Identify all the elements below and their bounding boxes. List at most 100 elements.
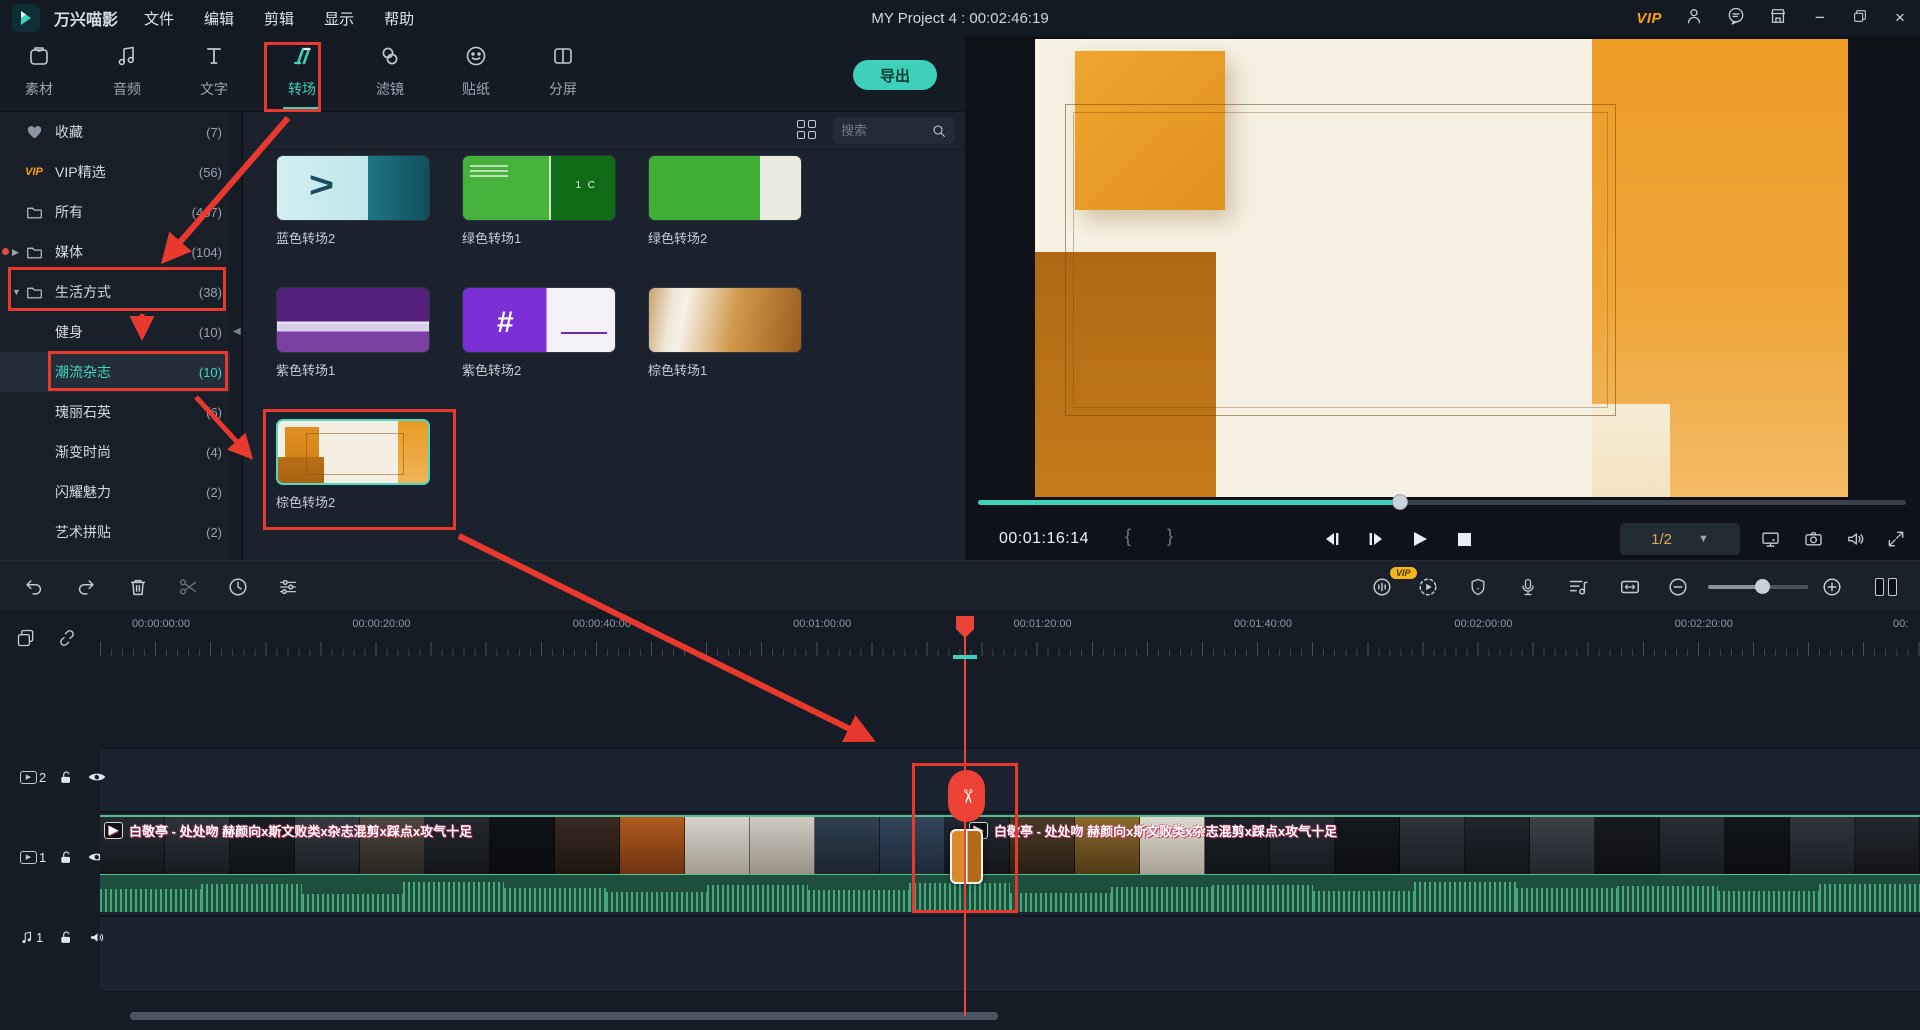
zoom-out-icon[interactable] [1664,574,1692,600]
transition-thumbnail[interactable]: > [276,155,430,221]
tab-滤镜[interactable]: 滤镜 [361,44,419,106]
cut-here-icon[interactable]: ✂ [948,770,985,822]
tab-贴纸[interactable]: 贴纸 [447,44,505,106]
delete-icon[interactable] [124,574,152,600]
mixer-icon[interactable] [1564,574,1592,600]
split-scissors-icon[interactable] [174,574,202,600]
duplicate-icon[interactable] [14,626,38,650]
lock-icon[interactable] [57,848,75,866]
preview-quality-select[interactable]: 1/2▼ [1620,523,1740,555]
tab-文字[interactable]: 文字 [185,44,243,106]
user-icon[interactable] [1684,6,1704,31]
menu-item[interactable]: 帮助 [384,8,414,29]
sidebar-item-闪耀魅力[interactable]: 闪耀魅力(2) [0,472,230,512]
applied-transition-chip[interactable] [950,829,983,884]
audio-track-1[interactable] [100,916,1920,992]
collapse-icon[interactable]: ▼ [12,287,22,297]
preview-stage[interactable] [1035,39,1848,497]
mark-out-icon[interactable]: } [1167,526,1173,547]
sidebar-item-艺术拼贴[interactable]: 艺术拼贴(2) [0,512,230,552]
sidebar-item-媒体[interactable]: ▶媒体(104) [0,232,230,272]
transition-thumbnail[interactable] [648,287,802,353]
sidebar-item-瑰丽石英[interactable]: 瑰丽石英(6) [0,392,230,432]
menu-item[interactable]: 文件 [144,8,174,29]
preview-seekbar[interactable] [978,500,1906,505]
next-frame-button[interactable] [1359,523,1393,555]
transition-card-棕色转场1[interactable]: 棕色转场1 [648,287,802,379]
menu-item[interactable]: 显示 [324,8,354,29]
menu-item[interactable]: 剪辑 [264,8,294,29]
active-tab-underline [283,107,321,110]
adjust-icon[interactable] [274,574,302,600]
sidebar-item-健身[interactable]: 健身(10) [0,312,230,352]
transition-thumbnail[interactable]: # [462,287,616,353]
marker-icon[interactable] [1464,574,1492,600]
redo-icon[interactable] [72,574,100,600]
tab-分屏[interactable]: 分屏 [534,44,592,106]
fullscreen-icon[interactable] [1881,525,1911,553]
undo-icon[interactable] [20,574,48,600]
transition-thumbnail[interactable] [648,155,802,221]
timeline-scrollbar[interactable] [130,1012,998,1020]
render-preview-icon[interactable] [1414,574,1442,600]
lock-icon[interactable] [57,768,75,786]
preview-art-outline [1065,104,1616,416]
transition-card-紫色转场1[interactable]: 紫色转场1 [276,287,430,379]
feedback-icon[interactable] [1726,6,1746,31]
preview-panel: 00:01:16:14 { } 1/2▼ [965,36,1920,560]
track-layout-icon[interactable] [1872,574,1900,600]
speaker-icon[interactable] [1840,525,1870,553]
transition-card-绿色转场1[interactable]: 1 C绿色转场1 [462,155,616,247]
transition-card-绿色转场2[interactable]: 绿色转场2 [648,155,802,247]
video-track-2[interactable] [100,748,1920,812]
eye-icon[interactable] [88,768,106,786]
zoom-in-icon[interactable] [1818,574,1846,600]
sidebar-item-生活方式[interactable]: ▼生活方式(38) [0,272,230,312]
close-button[interactable]: × [1890,8,1910,28]
seek-handle[interactable] [1392,494,1408,510]
sidebar-item-收藏[interactable]: 收藏(7) [0,112,230,152]
speed-icon[interactable] [224,574,252,600]
timeline-ruler[interactable]: 00:00:00:0000:00:20:0000:00:40:0000:01:0… [100,616,1920,660]
previous-frame-button[interactable] [1315,523,1349,555]
menu-item[interactable]: 编辑 [204,8,234,29]
vip-badge[interactable]: VIP [1636,10,1662,27]
expand-icon[interactable]: ▶ [12,247,22,258]
transition-thumbnail[interactable] [276,287,430,353]
video-clip[interactable]: ▶白敬亭 - 处处吻 赫颜向x斯文败类x杂志混剪x踩点x攻气十足 ▶白敬亭 - … [100,815,1920,912]
mark-in-icon[interactable]: { [1125,526,1131,547]
search-input[interactable] [841,123,931,138]
sidebar-item-VIP精选[interactable]: VIPVIP精选(56) [0,152,230,192]
grid-view-icon[interactable] [797,120,817,140]
transition-thumbnail[interactable] [276,419,430,485]
monitor-icon[interactable] [1755,525,1785,553]
tab-素材[interactable]: 素材 [10,44,68,106]
item-count: (38) [199,285,222,300]
sidebar-item-渐变时尚[interactable]: 渐变时尚(4) [0,432,230,472]
sidebar-item-潮流杂志[interactable]: 潮流杂志(10) [0,352,230,392]
transition-card-棕色转场2[interactable]: 棕色转场2 [276,419,430,511]
stop-button[interactable] [1447,523,1481,555]
minimize-button[interactable]: − [1810,8,1830,28]
export-button[interactable]: 导出 [853,60,937,90]
tab-转场[interactable]: 转场 [273,44,331,106]
fit-timeline-icon[interactable] [1616,574,1644,600]
sidebar-item-所有[interactable]: 所有(407) [0,192,230,232]
tab-音频[interactable]: 音频 [98,44,156,106]
store-icon[interactable] [1768,6,1788,31]
voiceover-icon[interactable] [1514,574,1542,600]
link-icon[interactable] [55,626,79,650]
transition-card-蓝色转场2[interactable]: >蓝色转场2 [276,155,430,247]
transition-card-紫色转场2[interactable]: #紫色转场2 [462,287,616,379]
restore-button[interactable] [1852,8,1868,29]
collapse-sidebar-icon[interactable]: ◀ [233,326,241,337]
zoom-slider-handle[interactable] [1755,579,1770,594]
transition-thumbnail[interactable]: 1 C [462,155,616,221]
preview-timecode[interactable]: 00:01:16:14 [982,523,1106,555]
play-button[interactable] [1403,523,1437,555]
speaker-icon[interactable] [88,928,106,946]
search-box[interactable] [833,117,955,144]
video-track-icon: ▶2 [20,770,46,785]
snapshot-icon[interactable] [1798,525,1828,553]
lock-icon[interactable] [57,928,75,946]
